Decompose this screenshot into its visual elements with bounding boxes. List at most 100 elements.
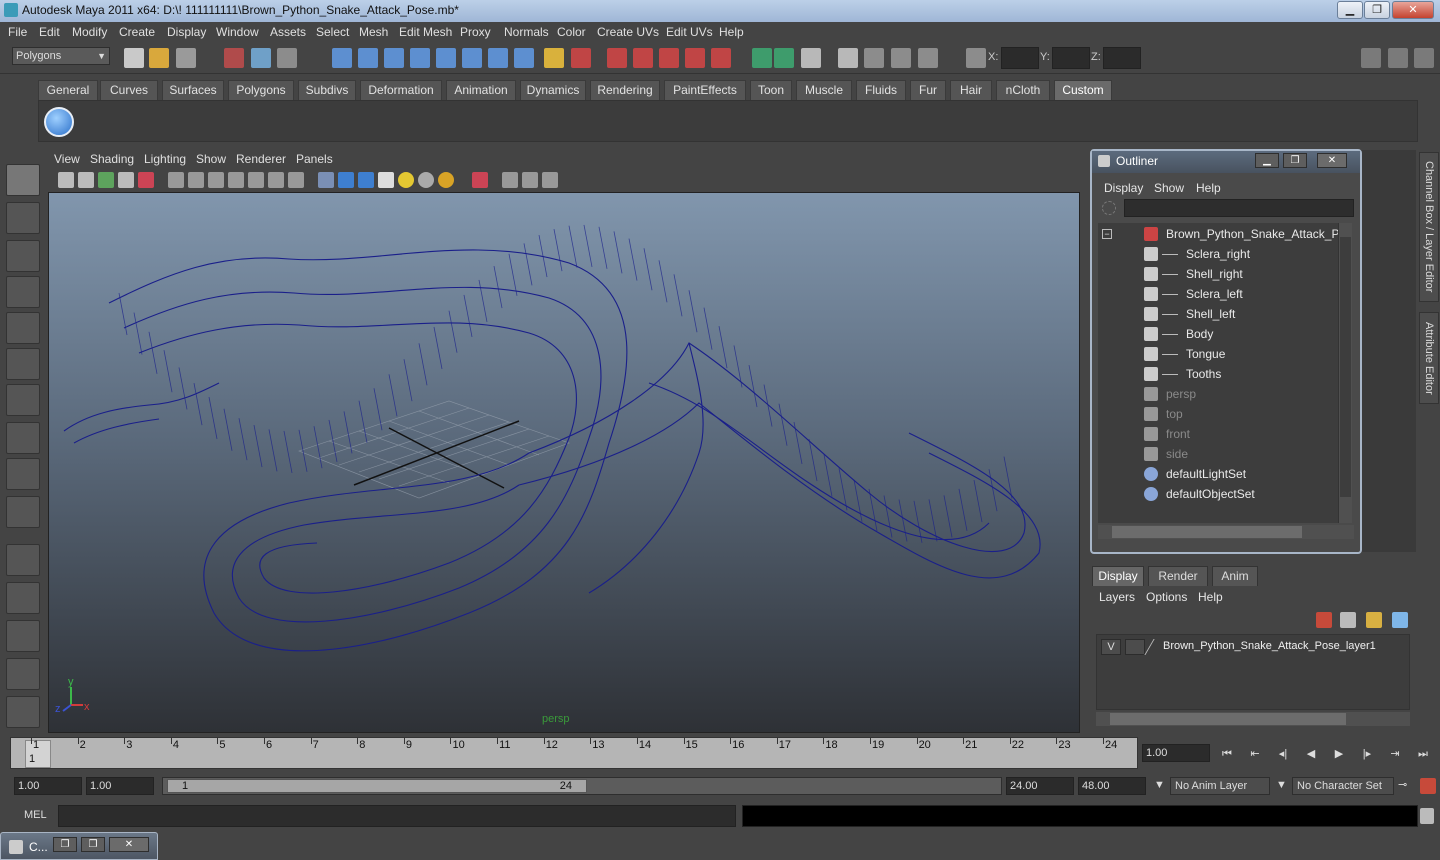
- menu-proxy[interactable]: Proxy: [460, 25, 491, 39]
- outliner-menu-help[interactable]: Help: [1196, 181, 1221, 195]
- outliner-item[interactable]: front: [1098, 425, 1338, 443]
- ipr-render-icon[interactable]: [774, 48, 794, 68]
- history-icon[interactable]: [607, 48, 627, 68]
- graph-layout-icon[interactable]: [6, 658, 40, 690]
- highlight-selection-icon[interactable]: [571, 48, 591, 68]
- command-input[interactable]: [58, 805, 736, 827]
- new-scene-icon[interactable]: [124, 48, 144, 68]
- play-backwards-button[interactable]: ◀: [1302, 746, 1320, 762]
- animation-end-time-field[interactable]: 48.00: [1078, 777, 1146, 795]
- outliner-item[interactable]: − Brown_Python_Snake_Attack_Pos: [1098, 225, 1352, 243]
- layer-tab-render[interactable]: Render: [1148, 566, 1208, 586]
- single-pane-layout-icon[interactable]: [6, 544, 40, 576]
- rotate-tool-icon[interactable]: [6, 312, 40, 344]
- select-by-component-icon[interactable]: [277, 48, 297, 68]
- outliner-minimize-button[interactable]: ▁: [1255, 153, 1279, 168]
- outliner-item[interactable]: Shell_left: [1098, 305, 1338, 323]
- perspective-viewport[interactable]: y x z persp: [48, 192, 1080, 733]
- outliner-horizontal-scrollbar[interactable]: [1098, 525, 1354, 539]
- channel-box-toggle-icon[interactable]: [1414, 48, 1434, 68]
- menu-edit[interactable]: Edit: [39, 25, 60, 39]
- smooth-shade-icon[interactable]: [338, 172, 354, 188]
- tab-polygons[interactable]: Polygons: [228, 80, 294, 100]
- graph-editor-icon[interactable]: [891, 48, 911, 68]
- construction-icon[interactable]: [633, 48, 653, 68]
- layer-menu-help[interactable]: Help: [1198, 590, 1223, 604]
- outliner-item[interactable]: defaultLightSet: [1098, 465, 1338, 483]
- layer-menu-options[interactable]: Options: [1146, 590, 1187, 604]
- paint-select-tool-icon[interactable]: [6, 240, 40, 272]
- minimized-close-button[interactable]: ✕: [109, 837, 149, 852]
- snap-point-icon[interactable]: [384, 48, 404, 68]
- menu-assets[interactable]: Assets: [270, 25, 306, 39]
- menu-modify[interactable]: Modify: [72, 25, 107, 39]
- tab-subdivs[interactable]: Subdivs: [298, 80, 356, 100]
- layer-name[interactable]: Brown_Python_Snake_Attack_Pose_layer1: [1163, 640, 1376, 652]
- minimized-window[interactable]: C... ❐ ❐ ✕: [0, 832, 158, 860]
- chevron-down-icon[interactable]: ▼: [1150, 777, 1168, 795]
- textured-icon[interactable]: [378, 172, 394, 188]
- collapse-icon[interactable]: −: [1102, 229, 1112, 239]
- outliner-layout-icon[interactable]: [6, 620, 40, 652]
- outliner-item[interactable]: defaultObjectSet: [1098, 485, 1338, 503]
- lasso-tool-icon[interactable]: [6, 202, 40, 234]
- menu-help[interactable]: Help: [719, 25, 744, 39]
- outliner-item[interactable]: persp: [1098, 385, 1338, 403]
- tab-general[interactable]: General: [38, 80, 98, 100]
- step-forward-key-button[interactable]: |▸: [1358, 746, 1376, 762]
- menu-mesh[interactable]: Mesh: [359, 25, 388, 39]
- checkmark-icon[interactable]: [44, 107, 74, 137]
- hypershade-icon[interactable]: [864, 48, 884, 68]
- manipulator-tool-icon[interactable]: [6, 384, 40, 416]
- go-to-start-button[interactable]: ⏮: [1218, 746, 1236, 762]
- filter-icon[interactable]: [1102, 201, 1116, 215]
- camera-select-icon[interactable]: [58, 172, 74, 188]
- grid-icon[interactable]: [168, 172, 184, 188]
- play-forwards-button[interactable]: ▶: [1330, 746, 1348, 762]
- anim-layer-dropdown[interactable]: No Anim Layer: [1170, 777, 1270, 795]
- playback-end-time-field[interactable]: 24.00: [1006, 777, 1074, 795]
- viewport-menu-panels[interactable]: Panels: [296, 152, 333, 166]
- tab-custom[interactable]: Custom: [1054, 80, 1112, 100]
- menu-window[interactable]: Window: [216, 25, 259, 39]
- select-by-object-icon[interactable]: [251, 48, 271, 68]
- new-layer-from-selection-icon[interactable]: [1366, 612, 1382, 628]
- viewport-menu-lighting[interactable]: Lighting: [144, 152, 186, 166]
- menu-edit-uvs[interactable]: Edit UVs: [666, 25, 713, 39]
- outliner-item[interactable]: top: [1098, 405, 1338, 423]
- tab-dynamics[interactable]: Dynamics: [520, 80, 586, 100]
- tab-hair[interactable]: Hair: [950, 80, 992, 100]
- isolate-select-icon[interactable]: [472, 172, 488, 188]
- tab-rendering[interactable]: Rendering: [590, 80, 660, 100]
- script-editor-icon[interactable]: [918, 48, 938, 68]
- transform-mode-icon[interactable]: [966, 48, 986, 68]
- render-settings-icon[interactable]: [801, 48, 821, 68]
- magnet-live-icon[interactable]: [685, 48, 705, 68]
- muscle-layout-icon[interactable]: [6, 696, 40, 728]
- x-field[interactable]: [1001, 47, 1039, 69]
- layer-tab-display[interactable]: Display: [1092, 566, 1144, 586]
- outliner-item[interactable]: Sclera_right: [1098, 245, 1338, 263]
- layer-menu-layers[interactable]: Layers: [1099, 590, 1135, 604]
- snap-grid-icon[interactable]: [332, 48, 352, 68]
- safe-action-icon[interactable]: [268, 172, 284, 188]
- layer-playback-toggle[interactable]: [1125, 639, 1145, 655]
- menu-create[interactable]: Create: [119, 25, 155, 39]
- outliner-title-bar[interactable]: Outliner ▁ ❐ ✕: [1092, 151, 1360, 173]
- menu-normals[interactable]: Normals: [504, 25, 549, 39]
- gate-mask-icon[interactable]: [228, 172, 244, 188]
- lock-icon[interactable]: [544, 48, 564, 68]
- step-forward-frame-button[interactable]: ⇥: [1386, 746, 1404, 762]
- backface-icon[interactable]: [542, 172, 558, 188]
- viewport-menu-renderer[interactable]: Renderer: [236, 152, 286, 166]
- tab-channel-box-layer-editor[interactable]: Channel Box / Layer Editor: [1419, 152, 1439, 302]
- tab-muscle[interactable]: Muscle: [796, 80, 852, 100]
- image-plane-icon[interactable]: [118, 172, 134, 188]
- attribute-editor-toggle-icon[interactable]: [1361, 48, 1381, 68]
- key-icon[interactable]: ⊸: [1398, 778, 1414, 794]
- magnet-surface-icon[interactable]: [711, 48, 731, 68]
- outliner-item[interactable]: Tongue: [1098, 345, 1338, 363]
- tab-fluids[interactable]: Fluids: [856, 80, 906, 100]
- new-layer-icon[interactable]: [1340, 612, 1356, 628]
- outliner-item[interactable]: Sclera_left: [1098, 285, 1338, 303]
